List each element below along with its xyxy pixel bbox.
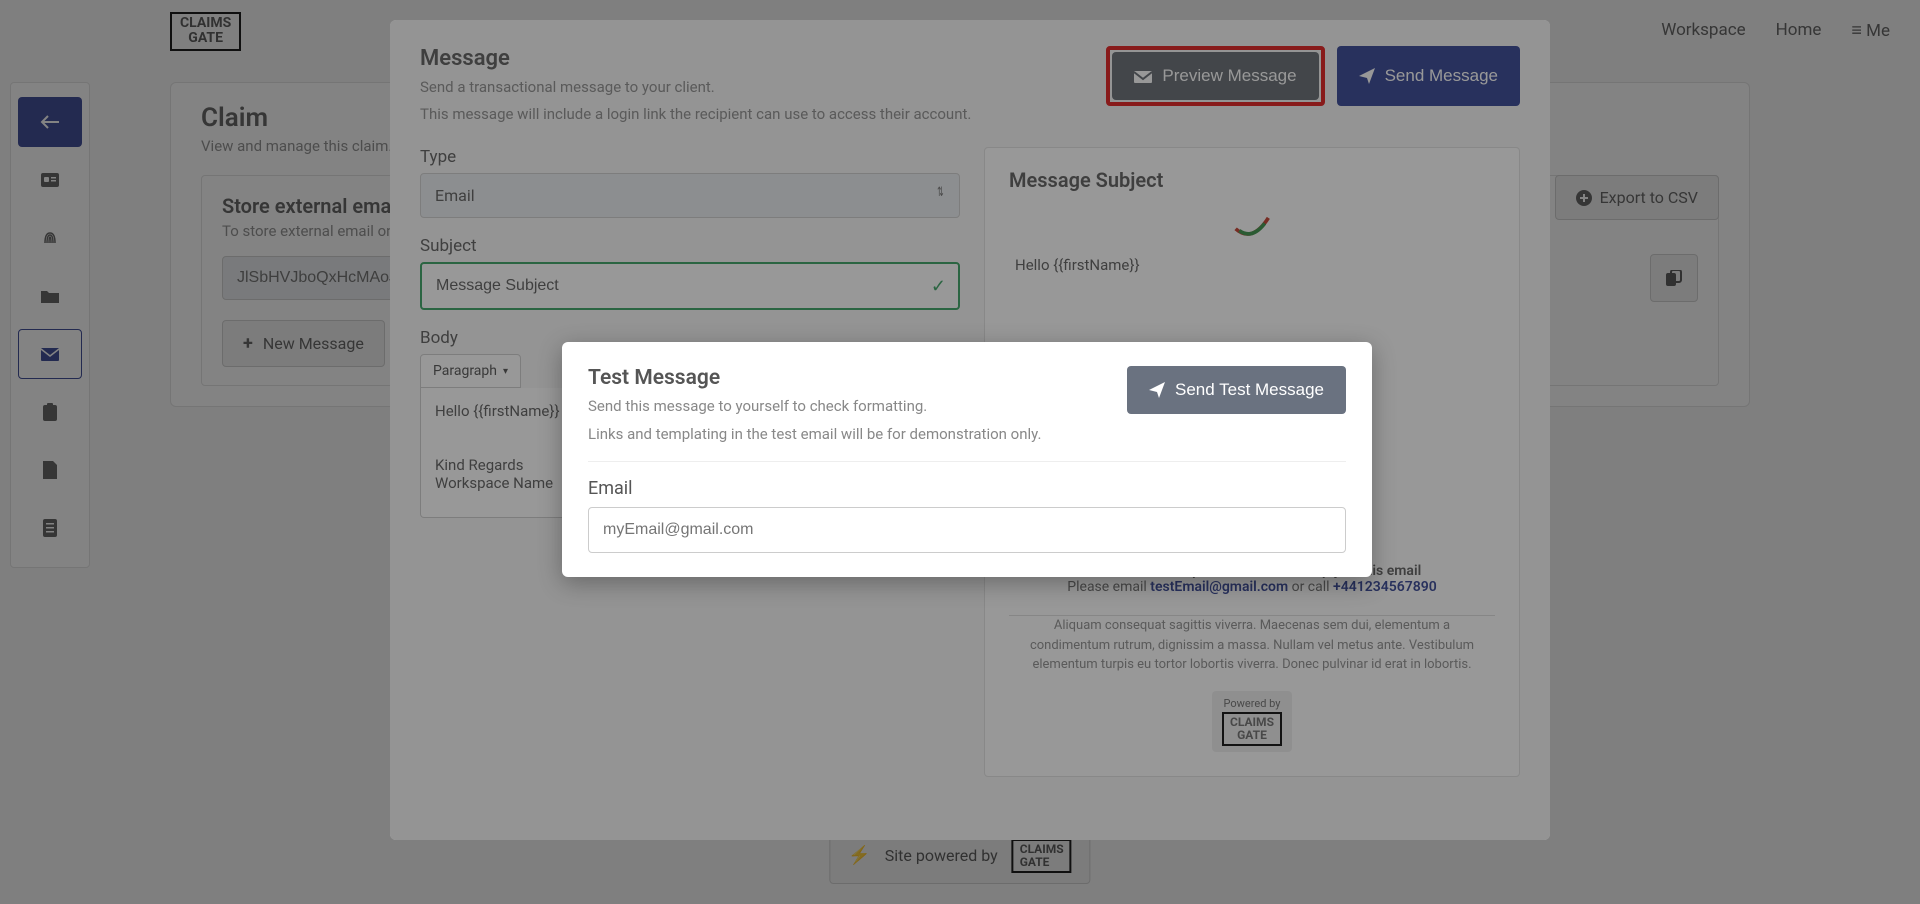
test-email-label: Email [588,478,1346,499]
test-popup-title: Test Message [588,366,1041,390]
test-popup-sub2: Links and templating in the test email w… [588,423,1041,446]
paper-plane-icon [1149,382,1165,398]
test-message-popup: Test Message Send this message to yourse… [562,342,1372,577]
send-test-message-button[interactable]: Send Test Message [1127,366,1346,414]
test-popup-sub1: Send this message to yourself to check f… [588,395,1041,418]
test-email-input[interactable] [588,507,1346,553]
